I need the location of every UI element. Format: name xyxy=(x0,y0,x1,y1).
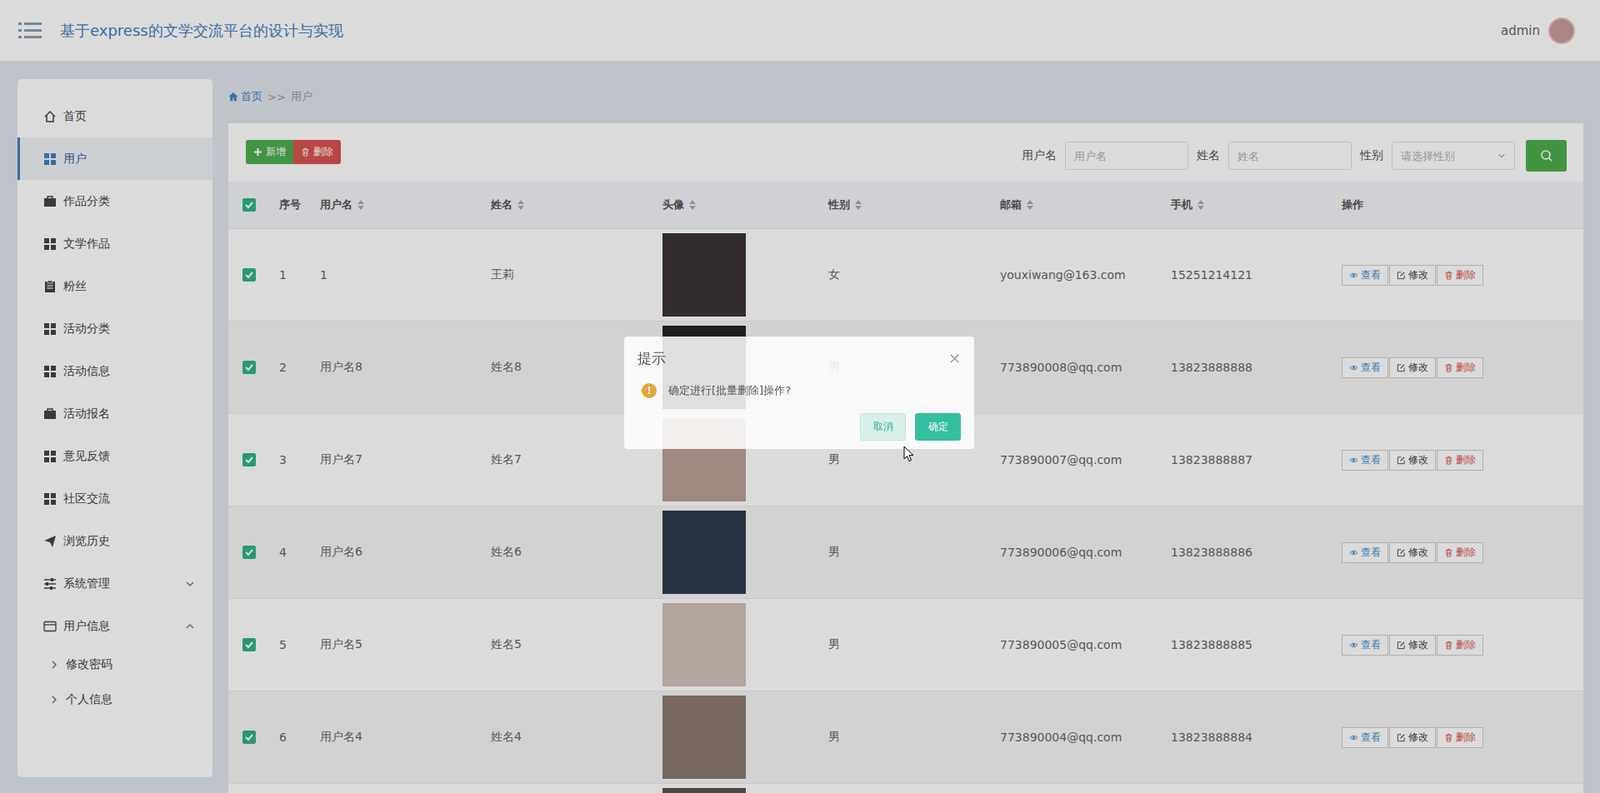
dialog-body: ! 确定进行[批量删除]操作? xyxy=(624,382,975,400)
warning-icon: ! xyxy=(641,383,657,399)
dialog-message: 确定进行[批量删除]操作? xyxy=(668,383,791,399)
confirm-dialog: 提示×!确定进行[批量删除]操作?取消确定 xyxy=(624,336,975,450)
mouse-cursor-icon xyxy=(903,445,915,463)
close-button[interactable]: × xyxy=(948,350,961,367)
dialog-footer: 取消确定 xyxy=(624,399,975,450)
confirm-button[interactable]: 确定 xyxy=(915,413,961,441)
dialog-title-bar: 提示× xyxy=(624,336,975,367)
dialog-title: 提示 xyxy=(637,350,949,367)
cancel-button[interactable]: 取消 xyxy=(860,413,906,441)
